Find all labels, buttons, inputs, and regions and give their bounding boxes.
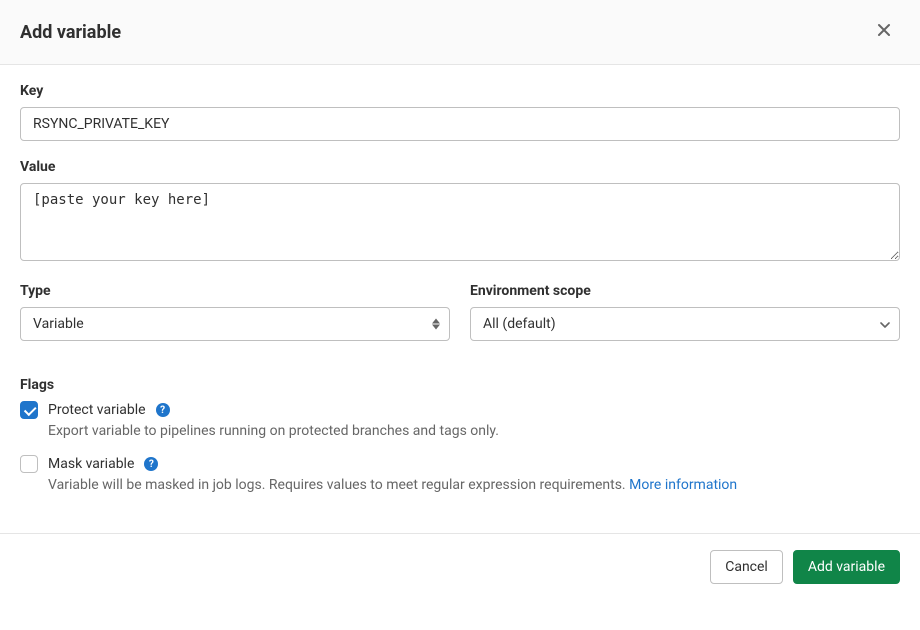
help-icon[interactable]: ? <box>156 403 170 417</box>
protect-label[interactable]: Protect variable <box>48 402 146 418</box>
flags-label: Flags <box>20 377 900 393</box>
modal-footer: Cancel Add variable <box>0 533 920 600</box>
scope-group: Environment scope All (default) <box>470 283 900 341</box>
key-group: Key <box>20 83 900 141</box>
submit-button[interactable]: Add variable <box>793 550 900 584</box>
mask-label[interactable]: Mask variable <box>48 456 134 472</box>
key-input[interactable] <box>20 107 900 141</box>
flags-section: Flags Protect variable ? Export variable… <box>20 377 900 493</box>
more-info-link[interactable]: More information <box>629 477 737 493</box>
type-select[interactable]: Variable <box>20 307 450 341</box>
value-label: Value <box>20 159 900 175</box>
cancel-button[interactable]: Cancel <box>710 550 783 584</box>
modal-body: Key Value [paste your key here] Type Var… <box>0 65 920 533</box>
scope-select-wrapper: All (default) <box>470 307 900 341</box>
protect-description: Export variable to pipelines running on … <box>48 423 900 439</box>
mask-flag: Mask variable ? Variable will be masked … <box>20 455 900 493</box>
mask-checkbox[interactable] <box>20 455 38 473</box>
modal-header: Add variable <box>0 0 920 65</box>
type-label: Type <box>20 283 450 299</box>
close-button[interactable] <box>868 18 900 46</box>
mask-description: Variable will be masked in job logs. Req… <box>48 477 900 493</box>
type-scope-row: Type Variable Environment scope All (def… <box>20 283 900 359</box>
help-icon[interactable]: ? <box>144 457 158 471</box>
value-group: Value [paste your key here] <box>20 159 900 265</box>
protect-checkbox[interactable] <box>20 401 38 419</box>
protect-flag: Protect variable ? Export variable to pi… <box>20 401 900 439</box>
mask-description-text: Variable will be masked in job logs. Req… <box>48 477 629 493</box>
scope-select[interactable]: All (default) <box>470 307 900 341</box>
modal-title: Add variable <box>20 22 121 43</box>
value-textarea[interactable]: [paste your key here] <box>20 183 900 261</box>
mask-flag-header: Mask variable ? <box>20 455 900 473</box>
key-label: Key <box>20 83 900 99</box>
protect-flag-header: Protect variable ? <box>20 401 900 419</box>
close-icon <box>876 21 892 43</box>
scope-label: Environment scope <box>470 283 900 299</box>
type-group: Type Variable <box>20 283 450 341</box>
type-select-wrapper: Variable <box>20 307 450 341</box>
